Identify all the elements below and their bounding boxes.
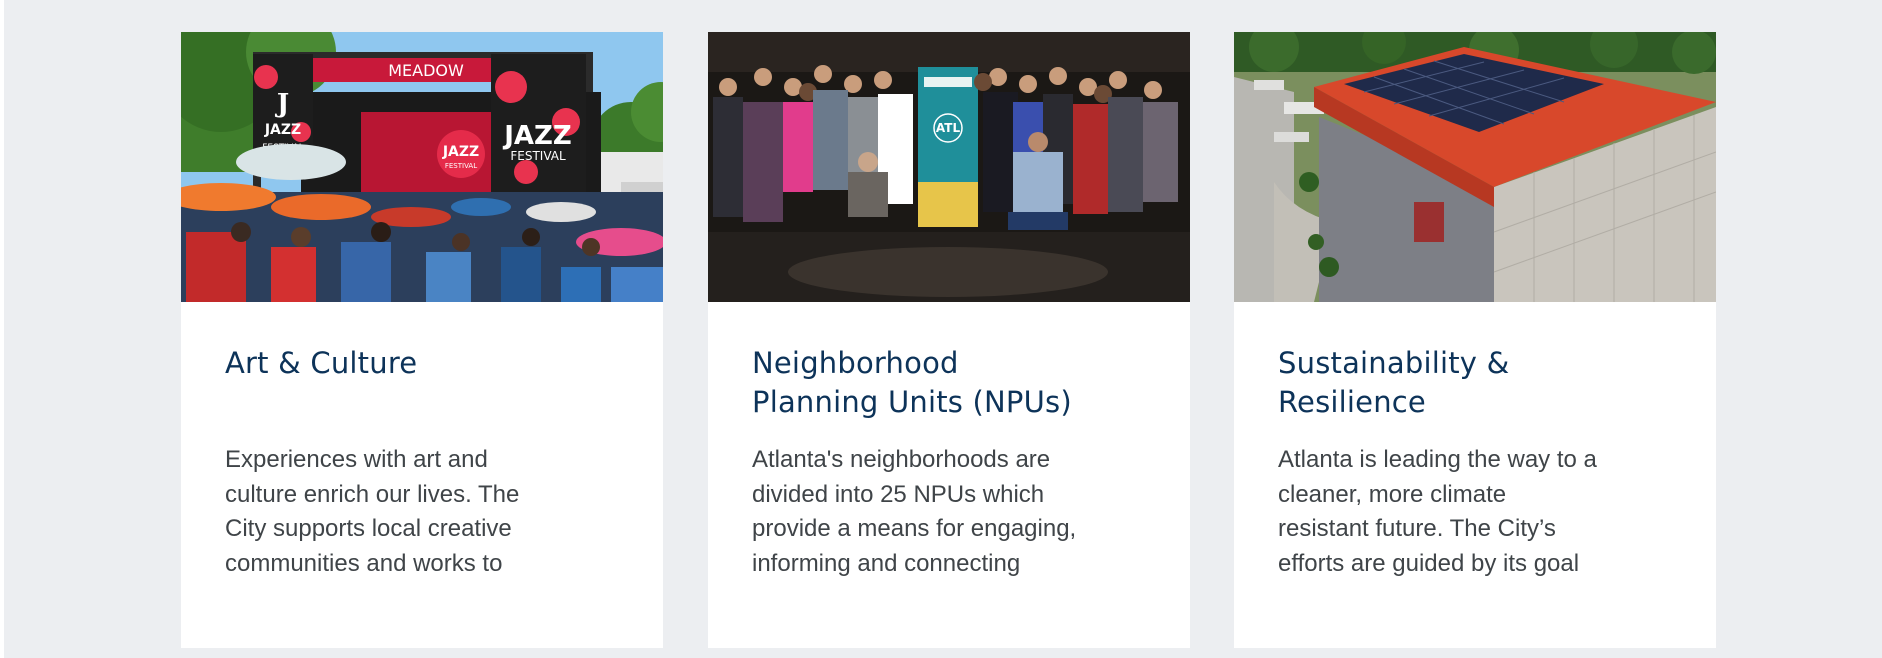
left-banner-jazz: JAZZ <box>264 122 301 138</box>
stage-top-banner-text: MEADOW <box>388 61 464 80</box>
right-banner-festival: FESTIVAL <box>510 149 566 163</box>
card-desc-line: efforts are guided by its goal <box>1278 549 1580 577</box>
card-desc-line: informing and connecting <box>752 549 1021 577</box>
card-description: Atlanta's neighborhoods are divided into… <box>752 443 1152 581</box>
right-banner-jazz: JAZZ <box>502 121 572 151</box>
card-title-line: Resilience <box>1278 385 1426 419</box>
card-desc-line: City supports local creative <box>225 515 512 542</box>
card-desc-line: provide a means for engaging, <box>752 515 1077 542</box>
card-desc-line: communities and works to <box>225 549 503 577</box>
art-culture-image[interactable]: MEADOW J JAZZ FESTIVAL JAZZ FESTIVAL JAZ… <box>181 32 663 302</box>
card-desc-line: Atlanta's neighborhoods are <box>752 446 1051 473</box>
card-title[interactable]: Sustainability & Resilience <box>1278 344 1678 422</box>
stage-logo-festival: FESTIVAL <box>445 162 477 170</box>
card-desc-line: resistant future. The City’s <box>1278 515 1556 542</box>
banner-atl-text: ATL <box>936 121 961 135</box>
card-description: Atlanta is leading the way to a cleaner,… <box>1278 443 1678 581</box>
card-title-line: Sustainability & <box>1278 346 1510 380</box>
card-title-line: Neighborhood <box>752 346 959 380</box>
page-edge <box>0 0 4 658</box>
card-title[interactable]: Art & Culture <box>225 344 625 383</box>
left-banner-j: J <box>275 89 289 119</box>
card-art-culture[interactable]: MEADOW J JAZZ FESTIVAL JAZZ FESTIVAL JAZ… <box>181 32 663 648</box>
card-desc-line: Experiences with art and <box>225 446 488 473</box>
card-title-line: Planning Units (NPUs) <box>752 385 1072 419</box>
sustainability-image[interactable] <box>1234 32 1716 302</box>
card-description: Experiences with art and culture enrich … <box>225 443 625 581</box>
card-title-line: Art & Culture <box>225 346 418 380</box>
card-desc-line: divided into 25 NPUs which <box>752 480 1045 508</box>
card-sustainability[interactable]: Sustainability & Resilience Atlanta is l… <box>1234 32 1716 648</box>
stage-logo-jazz: JAZZ <box>442 144 479 160</box>
card-npus[interactable]: ATL Neighborhood Planning Units (NPUs) A… <box>708 32 1190 648</box>
card-desc-line: cleaner, more climate <box>1278 480 1507 508</box>
card-desc-line: culture enrich our lives. The <box>225 480 520 508</box>
card-desc-line: Atlanta is leading the way to a <box>1278 446 1597 473</box>
npus-image[interactable]: ATL <box>708 32 1190 302</box>
card-title[interactable]: Neighborhood Planning Units (NPUs) <box>752 344 1152 422</box>
